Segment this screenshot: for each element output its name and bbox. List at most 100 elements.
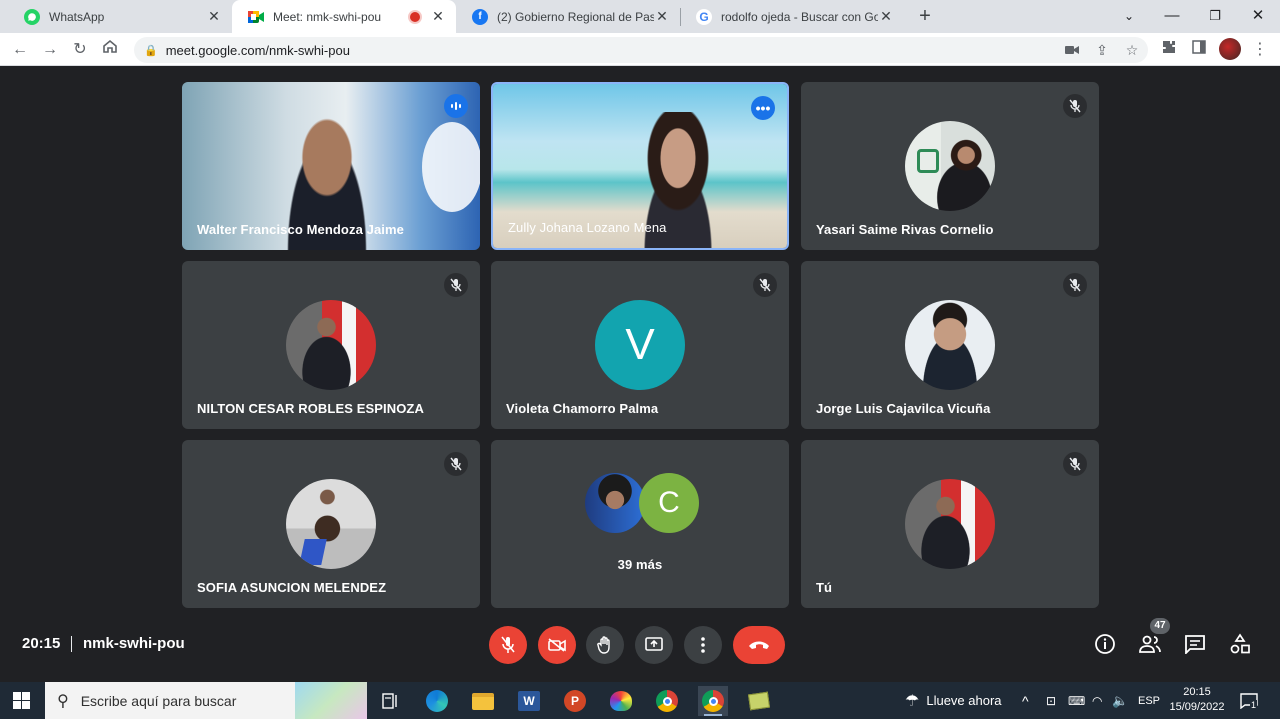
volume-icon[interactable]: 🔈	[1112, 682, 1128, 719]
participant-avatar	[286, 479, 376, 569]
search-highlight-image	[295, 682, 367, 719]
activities-button[interactable]	[1227, 631, 1253, 657]
tab-meet[interactable]: Meet: nmk-swhi-pou ✕	[232, 0, 456, 33]
word-icon[interactable]: W	[514, 686, 544, 716]
new-tab-button[interactable]: +	[914, 6, 936, 28]
weather-widget[interactable]: ☂ Llueve ahora	[905, 682, 1002, 719]
close-tab-icon[interactable]: ✕	[654, 8, 670, 25]
more-options-icon[interactable]: •••	[751, 96, 775, 120]
participant-tile[interactable]: V Violeta Chamorro Palma	[491, 261, 789, 429]
taskbar-clock[interactable]: 20:15 15/09/2022	[1163, 685, 1231, 715]
meeting-code: nmk-swhi-pou	[83, 635, 185, 652]
tab-title: Meet: nmk-swhi-pou	[273, 9, 382, 24]
tab-search-icon[interactable]: ⌄	[1115, 5, 1143, 27]
camera-toggle-button[interactable]	[538, 626, 576, 664]
notes-app-icon[interactable]	[744, 686, 774, 716]
mic-toggle-button[interactable]	[489, 626, 527, 664]
participant-name: SOFIA ASUNCION MELENDEZ	[197, 580, 387, 595]
participant-initial-avatar: V	[595, 300, 685, 390]
notification-count: 1	[1250, 700, 1258, 710]
minimize-icon[interactable]: —	[1158, 5, 1186, 27]
whatsapp-icon	[24, 8, 40, 25]
tab-title: (2) Gobierno Regional de Pasco |	[497, 9, 654, 24]
participant-tile[interactable]: ••• Zully Johana Lozano Mena	[491, 82, 789, 250]
camera-off-icon	[548, 638, 566, 652]
meeting-details-button[interactable]	[1092, 631, 1118, 657]
language-indicator[interactable]: ESP	[1138, 682, 1160, 719]
menu-dots-icon[interactable]: ⋮	[1248, 38, 1272, 62]
profile-avatar[interactable]	[1219, 38, 1241, 60]
mic-off-icon	[1063, 94, 1087, 118]
input-method-icon[interactable]: ⌨	[1068, 682, 1085, 719]
raise-hand-button[interactable]	[586, 626, 624, 664]
tab-title: rodolfo ojeda - Buscar con Google	[721, 9, 878, 24]
close-tab-icon[interactable]: ✕	[206, 8, 222, 25]
search-icon: ⚲	[57, 692, 69, 710]
restore-icon[interactable]: ❐	[1201, 5, 1229, 27]
camera-icon[interactable]	[1060, 38, 1084, 62]
show-hidden-icons-icon[interactable]: ^	[1022, 682, 1029, 719]
participant-tile[interactable]: NILTON CESAR ROBLES ESPINOZA	[182, 261, 480, 429]
windows-start-icon[interactable]	[13, 692, 30, 709]
chrome-active-icon[interactable]	[698, 686, 728, 716]
google-meet-icon	[248, 9, 264, 25]
meeting-time: 20:15	[22, 635, 61, 652]
participant-name: Walter Francisco Mendoza Jaime	[197, 222, 404, 237]
participant-tile[interactable]: Jorge Luis Cajavilca Vicuña	[801, 261, 1099, 429]
tab-title: WhatsApp	[49, 9, 105, 24]
file-explorer-icon[interactable]	[468, 686, 498, 716]
extensions-icon[interactable]	[1157, 38, 1181, 62]
more-options-button[interactable]	[684, 626, 722, 664]
participant-tile[interactable]: Yasari Saime Rivas Cornelio	[801, 82, 1099, 250]
rain-weather-icon: ☂	[905, 692, 920, 710]
tab-whatsapp[interactable]: WhatsApp ✕	[8, 0, 232, 33]
participant-name: Yasari Saime Rivas Cornelio	[816, 222, 994, 237]
chat-button[interactable]	[1182, 631, 1208, 657]
share-icon[interactable]: ⇪	[1090, 38, 1114, 62]
tab-google-search[interactable]: G rodolfo ojeda - Buscar con Google ✕	[680, 0, 904, 33]
participant-tile[interactable]: Walter Francisco Mendoza Jaime	[182, 82, 480, 250]
chrome-icon[interactable]	[652, 686, 682, 716]
mic-off-icon	[1063, 452, 1087, 476]
weather-text: Llueve ahora	[926, 693, 1002, 708]
meet-indicator-icon[interactable]: ⊡	[1046, 682, 1056, 719]
close-tab-icon[interactable]: ✕	[430, 8, 446, 25]
back-icon[interactable]: ←	[8, 38, 32, 62]
logo-shape	[917, 149, 939, 173]
side-panel-icon[interactable]	[1187, 38, 1211, 62]
edge-icon[interactable]	[422, 686, 452, 716]
home-icon[interactable]	[98, 38, 122, 62]
more-participants-label: 39 más	[617, 557, 663, 572]
clock-time: 20:15	[1183, 686, 1211, 698]
address-bar[interactable]: 🔒 meet.google.com/nmk-swhi-pou	[134, 37, 1148, 63]
meet-control-bar: 20:15 nmk-swhi-pou	[0, 614, 1280, 676]
present-screen-button[interactable]	[635, 626, 673, 664]
reload-icon[interactable]: ↻	[68, 38, 92, 62]
notifications-icon[interactable]: 1	[1240, 682, 1258, 719]
participant-initial-avatar: C	[639, 473, 699, 533]
tab-facebook[interactable]: f (2) Gobierno Regional de Pasco | ✕	[456, 0, 680, 33]
participant-name: Tú	[816, 580, 833, 595]
close-window-icon[interactable]: ✕	[1244, 5, 1272, 27]
forward-icon[interactable]: →	[38, 38, 62, 62]
facebook-icon: f	[472, 8, 488, 25]
google-icon: G	[696, 8, 712, 25]
task-view-icon[interactable]	[376, 686, 406, 716]
taskbar-search-input[interactable]: ⚲ Escribe aquí para buscar	[45, 682, 367, 719]
participant-tile[interactable]: SOFIA ASUNCION MELENDEZ	[182, 440, 480, 608]
leave-call-button[interactable]	[733, 626, 785, 664]
phone-hangup-icon	[749, 641, 769, 649]
mic-off-icon	[501, 636, 515, 653]
participant-tile-self[interactable]: Tú	[801, 440, 1099, 608]
wifi-icon[interactable]: ◠	[1092, 682, 1102, 719]
participant-count-badge: 47	[1150, 618, 1170, 634]
paint-icon[interactable]	[606, 686, 636, 716]
participant-avatar	[286, 300, 376, 390]
powerpoint-icon[interactable]: P	[560, 686, 590, 716]
mic-off-icon	[753, 273, 777, 297]
participants-button[interactable]	[1137, 631, 1163, 657]
bookmark-star-icon[interactable]: ☆	[1120, 38, 1144, 62]
participant-tile-overflow[interactable]: C 39 más	[491, 440, 789, 608]
speaking-indicator-icon	[444, 94, 468, 118]
close-tab-icon[interactable]: ✕	[878, 8, 894, 25]
